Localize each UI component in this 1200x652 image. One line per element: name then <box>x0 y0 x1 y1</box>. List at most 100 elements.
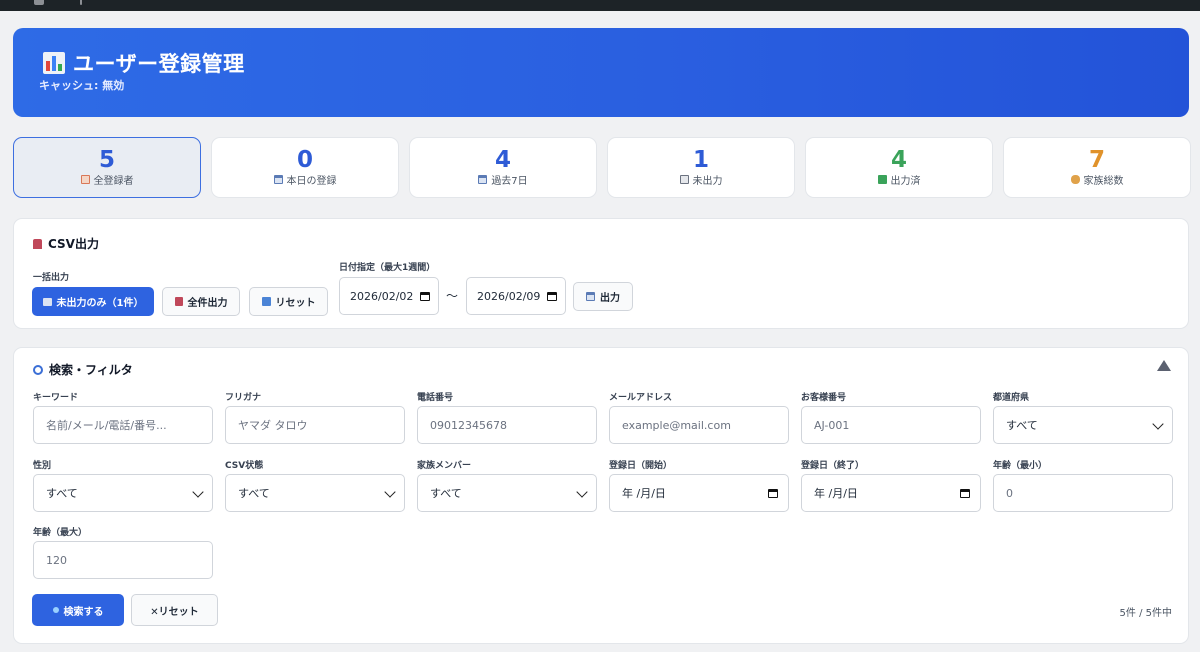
gender-value: すべて <box>46 487 78 500</box>
plus-icon[interactable] <box>80 0 82 5</box>
export-all-label: 全件出力 <box>187 298 228 309</box>
chevron-down-icon <box>576 486 588 498</box>
prefecture-select[interactable]: すべて <box>993 406 1173 444</box>
bulk-export-label: 一括出力 <box>33 273 70 283</box>
page-header: ユーザー登録管理 キャッシュ: 無効 <box>13 28 1189 117</box>
filter-panel-title: 検索・フィルタ <box>49 363 133 377</box>
reg-end-label: 登録日（終了） <box>801 461 865 471</box>
family-value: すべて <box>430 487 462 500</box>
outbox-icon <box>33 238 42 249</box>
outbox-icon <box>174 297 183 306</box>
stat-label: 未出力 <box>692 176 723 187</box>
stat-value: 7 <box>1088 147 1105 173</box>
phone-label: 電話番号 <box>417 393 454 403</box>
comment-icon[interactable] <box>34 0 44 5</box>
export-unexported-button[interactable]: 未出力のみ（1件） <box>32 287 154 316</box>
calendar-icon[interactable] <box>547 292 557 301</box>
result-count: 5件 / 5件中 <box>1119 608 1172 619</box>
cache-status: キャッシュ: 無効 <box>39 79 125 92</box>
stat-card-exported[interactable]: 4 出力済 <box>805 137 993 198</box>
calendar-icon[interactable] <box>420 292 430 301</box>
calendar-icon <box>586 292 595 301</box>
chevron-down-icon <box>384 486 396 498</box>
stat-card-today[interactable]: 0 本日の登録 <box>211 137 399 198</box>
keyword-label: キーワード <box>33 393 79 403</box>
reg-start-value: 年 /月/日 <box>622 487 666 500</box>
search-button-label: 検索する <box>63 606 104 618</box>
export-date-range-button[interactable]: 出力 <box>573 282 633 311</box>
calendar-icon[interactable] <box>960 489 970 498</box>
csv-reset-label: リセット <box>275 298 316 309</box>
reg-end-value: 年 /月/日 <box>814 487 858 500</box>
furigana-input[interactable] <box>225 406 405 444</box>
chevron-down-icon <box>192 486 204 498</box>
stat-value: 5 <box>98 147 115 173</box>
export-date-range-label: 出力 <box>600 293 620 304</box>
stat-card-last7days[interactable]: 4 過去7日 <box>409 137 597 198</box>
family-label: 家族メンバー <box>417 461 472 471</box>
dot-icon <box>52 607 59 613</box>
page-title: ユーザー登録管理 <box>73 52 245 76</box>
csv-status-label: CSV状態 <box>225 461 264 471</box>
reg-start-input[interactable]: 年 /月/日 <box>609 474 789 512</box>
customer-no-label: お客様番号 <box>801 393 847 403</box>
reg-start-label: 登録日（開始） <box>609 461 673 471</box>
stats-row: 5 全登録者 0 本日の登録 4 過去7日 1 未出力 4 出力済 7 家族総数 <box>13 137 1191 198</box>
family-icon <box>1070 175 1080 184</box>
export-unexported-label: 未出力のみ（1件） <box>56 298 144 309</box>
reg-end-input[interactable]: 年 /月/日 <box>801 474 981 512</box>
prefecture-value: すべて <box>1006 419 1038 432</box>
inbox-icon <box>42 297 52 306</box>
gender-label: 性別 <box>33 461 52 471</box>
stat-value: 0 <box>296 147 313 173</box>
gender-select[interactable]: すべて <box>33 474 213 512</box>
csv-export-panel: CSV出力 一括出力 未出力のみ（1件） 全件出力 リセット 日付指定（最大1週… <box>13 218 1189 329</box>
refresh-icon <box>261 297 271 306</box>
calendar-icon <box>273 175 283 184</box>
email-label: メールアドレス <box>609 393 673 403</box>
filter-reset-label: ✕リセット <box>150 606 199 618</box>
csv-status-value: すべて <box>238 487 270 500</box>
stat-label: 出力済 <box>890 176 921 187</box>
date-range-separator: 〜 <box>446 289 459 303</box>
stat-value: 4 <box>890 147 907 173</box>
search-button[interactable]: 検索する <box>32 594 124 626</box>
stat-card-unexported[interactable]: 1 未出力 <box>607 137 795 198</box>
admin-bar <box>0 0 1200 11</box>
stat-value: 1 <box>692 147 709 173</box>
filter-reset-button[interactable]: ✕リセット <box>131 594 218 626</box>
calendar-icon <box>478 175 488 184</box>
calendar-icon[interactable] <box>768 489 778 498</box>
customer-no-input[interactable] <box>801 406 981 444</box>
export-all-button[interactable]: 全件出力 <box>162 287 240 316</box>
stat-label: 家族総数 <box>1083 176 1124 187</box>
check-icon <box>877 175 887 184</box>
stat-card-total[interactable]: 5 全登録者 <box>13 137 201 198</box>
csv-panel-title: CSV出力 <box>48 237 99 251</box>
date-to-input[interactable]: 2026/02/09 <box>466 277 566 315</box>
family-select[interactable]: すべて <box>417 474 597 512</box>
csv-reset-button[interactable]: リセット <box>249 287 328 316</box>
date-from-input[interactable]: 2026/02/02 <box>339 277 439 315</box>
furigana-label: フリガナ <box>225 393 262 403</box>
stat-card-family-total[interactable]: 7 家族総数 <box>1003 137 1191 198</box>
clipboard-icon <box>80 175 90 184</box>
date-to-value: 2026/02/09 <box>477 289 541 303</box>
age-min-input[interactable] <box>993 474 1173 512</box>
inbox-icon <box>679 175 689 184</box>
phone-input[interactable] <box>417 406 597 444</box>
keyword-input[interactable] <box>33 406 213 444</box>
stat-value: 4 <box>494 147 511 173</box>
date-from-value: 2026/02/02 <box>350 289 414 303</box>
csv-status-select[interactable]: すべて <box>225 474 405 512</box>
age-min-label: 年齢（最小） <box>993 461 1048 471</box>
age-max-input[interactable] <box>33 541 213 579</box>
stat-label: 全登録者 <box>93 176 134 187</box>
search-filter-panel: 検索・フィルタ キーワード フリガナ 電話番号 メールアドレス お客様番号 都道… <box>13 347 1189 644</box>
stat-label: 本日の登録 <box>286 176 337 187</box>
age-max-label: 年齢（最大） <box>33 528 88 538</box>
email-input[interactable] <box>609 406 789 444</box>
date-range-label: 日付指定（最大1週間） <box>339 263 436 273</box>
bar-chart-icon <box>43 52 65 74</box>
collapse-toggle-icon[interactable] <box>1157 360 1171 371</box>
